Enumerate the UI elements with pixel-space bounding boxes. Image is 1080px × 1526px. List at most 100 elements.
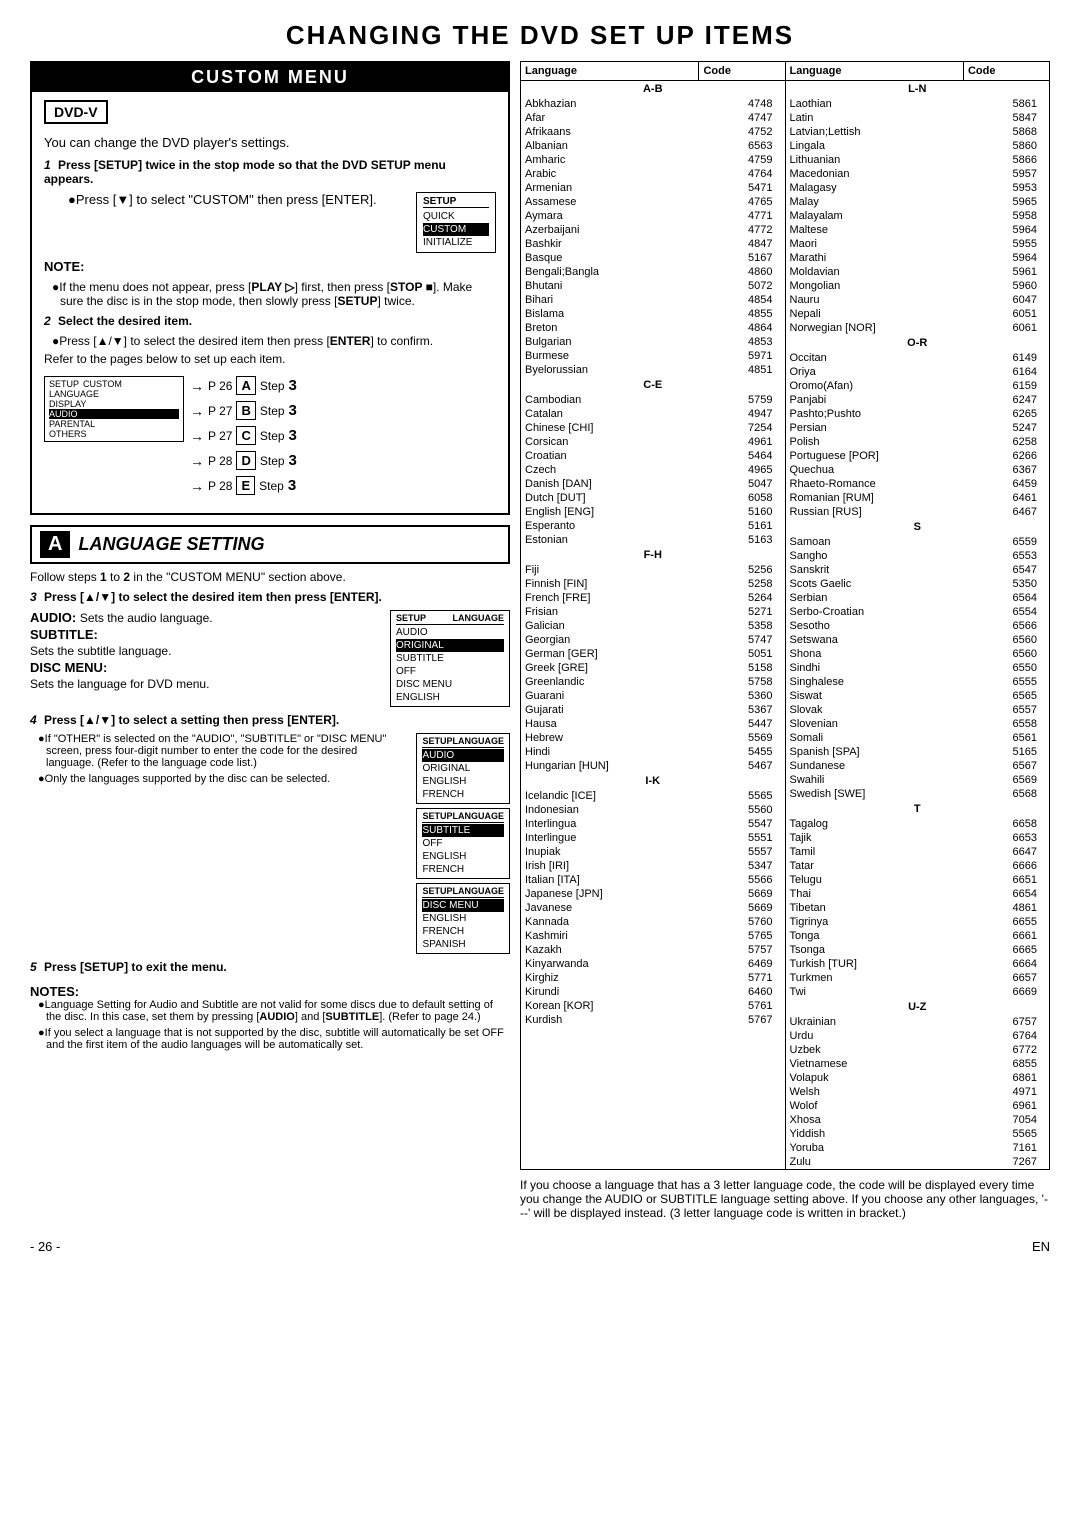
list-item: Italian [ITA]5566	[521, 873, 785, 887]
list-item: Norwegian [NOR]6061	[786, 321, 1050, 335]
list-item: Breton4864	[521, 321, 785, 335]
step-b: → P 27 B Step 3	[190, 401, 297, 420]
lang-setting-label: LANGUAGE SETTING	[78, 534, 264, 555]
dvd-v-badge: DVD-V	[44, 100, 108, 124]
list-item: Bislama4855	[521, 307, 785, 321]
list-item: Hindi5455	[521, 745, 785, 759]
list-item: Interlingua5547	[521, 817, 785, 831]
step3-bold: Press [▲/▼] to select the desired item t…	[44, 590, 382, 604]
list-item: Bihari4854	[521, 293, 785, 307]
list-item: Finnish [FIN]5258	[521, 577, 785, 591]
notes-bullet-1: ●Language Setting for Audio and Subtitle…	[38, 999, 510, 1023]
list-item: Kurdish5767	[521, 1013, 785, 1027]
section-ce: C-E	[521, 377, 785, 393]
list-item: Tamil6647	[786, 845, 1050, 859]
list-item: Xhosa7054	[786, 1113, 1050, 1127]
list-item: Occitan6149	[786, 351, 1050, 365]
list-item: Romanian [RUM]6461	[786, 491, 1050, 505]
list-item: Serbian6564	[786, 591, 1050, 605]
list-item: Sanskrit6547	[786, 563, 1050, 577]
list-item: Yoruba7161	[786, 1141, 1050, 1155]
setup-box1: SETUPLANGUAGE AUDIO ORIGINAL SUBTITLE OF…	[390, 610, 510, 707]
step4-block: 4 Press [▲/▼] to select a setting then p…	[30, 713, 510, 727]
section-s: S	[786, 519, 1050, 535]
step-e: → P 28 E Step 3	[190, 476, 297, 495]
list-item: Hausa5447	[521, 717, 785, 731]
list-item: Panjabi6247	[786, 393, 1050, 407]
list-item: Fiji5256	[521, 563, 785, 577]
section-ln: L-N	[786, 81, 1050, 97]
list-item: Zulu7267	[786, 1155, 1050, 1169]
list-item: Ukrainian6757	[786, 1015, 1050, 1029]
list-item: Tajik6653	[786, 831, 1050, 845]
step5-bold: Press [SETUP] to exit the menu.	[44, 960, 227, 974]
list-item: Siswat6565	[786, 689, 1050, 703]
list-item: Assamese4765	[521, 195, 785, 209]
section-ik: I-K	[521, 773, 785, 789]
list-item: French [FRE]5264	[521, 591, 785, 605]
list-item: Malagasy5953	[786, 181, 1050, 195]
list-item: Bhutani5072	[521, 279, 785, 293]
list-item: Frisian5271	[521, 605, 785, 619]
list-item: Aymara4771	[521, 209, 785, 223]
list-item: Sindhi6550	[786, 661, 1050, 675]
list-item: Kannada5760	[521, 915, 785, 929]
list-item: Swedish [SWE]6568	[786, 787, 1050, 801]
step5-block: 5 Press [SETUP] to exit the menu.	[30, 960, 510, 974]
lang-letter-badge: A	[40, 531, 70, 558]
list-item: Interlingue5551	[521, 831, 785, 845]
section-or: O-R	[786, 335, 1050, 351]
list-item: Maori5955	[786, 237, 1050, 251]
list-item: Catalan4947	[521, 407, 785, 421]
list-item: Setswana6560	[786, 633, 1050, 647]
follow-text: Follow steps 1 to 2 in the "CUSTOM MENU"…	[30, 570, 510, 584]
list-item: Inupiak5557	[521, 845, 785, 859]
col-code-1: Code	[699, 62, 785, 80]
list-item: Estonian5163	[521, 533, 785, 547]
list-item: Arabic4764	[521, 167, 785, 181]
note-label: NOTE:	[44, 259, 84, 274]
list-item: Afrikaans4752	[521, 125, 785, 139]
list-item: Oriya6164	[786, 365, 1050, 379]
list-item: Hebrew5569	[521, 731, 785, 745]
list-item: Tagalog6658	[786, 817, 1050, 831]
list-item: Wolof6961	[786, 1099, 1050, 1113]
list-item: Icelandic [ICE]5565	[521, 789, 785, 803]
col-code-2: Code	[964, 62, 1049, 80]
list-item: Twi6669	[786, 985, 1050, 999]
right-column: Language Code Language Code A-B Abkhazia…	[520, 61, 1050, 1220]
list-item: Somali6561	[786, 731, 1050, 745]
note-bullet-1: ●If the menu does not appear, press [PLA…	[52, 280, 496, 308]
setup-menu-title: SETUP	[423, 196, 489, 208]
lang-section-title: A LANGUAGE SETTING	[30, 525, 510, 564]
list-item: Gujarati5367	[521, 703, 785, 717]
list-item: Malayalam5958	[786, 209, 1050, 223]
list-item: Volapuk6861	[786, 1071, 1050, 1085]
main-title: CHANGING THE DVD SET UP ITEMS	[30, 20, 1050, 51]
list-item: Sesotho6566	[786, 619, 1050, 633]
list-item: Moldavian5961	[786, 265, 1050, 279]
list-item: Uzbek6772	[786, 1043, 1050, 1057]
list-item: Kinyarwanda6469	[521, 957, 785, 971]
step3-block: 3 Press [▲/▼] to select the desired item…	[30, 590, 510, 604]
step-c: → P 27 C Step 3	[190, 426, 297, 445]
list-item: Corsican4961	[521, 435, 785, 449]
list-item: Greek [GRE]5158	[521, 661, 785, 675]
list-item: Singhalese6555	[786, 675, 1050, 689]
page-en: EN	[1032, 1239, 1050, 1254]
step4-bold: Press [▲/▼] to select a setting then pre…	[44, 713, 339, 727]
list-item: Bulgarian4853	[521, 335, 785, 349]
list-item: Swahili6569	[786, 773, 1050, 787]
section-fh: F-H	[521, 547, 785, 563]
list-item: Kashmiri5765	[521, 929, 785, 943]
list-item: Afar4747	[521, 111, 785, 125]
list-item: Tatar6666	[786, 859, 1050, 873]
step1-block: 1 Press [SETUP] twice in the stop mode s…	[44, 158, 496, 186]
setup-box-subtitle: SETUPLANGUAGE SUBTITLE OFF ENGLISH FRENC…	[416, 808, 510, 879]
list-item: Georgian5747	[521, 633, 785, 647]
list-item: Dutch [DUT]6058	[521, 491, 785, 505]
refer-text: Refer to the pages below to set up each …	[44, 352, 496, 366]
notes-label: NOTES:	[30, 984, 79, 999]
list-item: Kirghiz5771	[521, 971, 785, 985]
list-item: Japanese [JPN]5669	[521, 887, 785, 901]
